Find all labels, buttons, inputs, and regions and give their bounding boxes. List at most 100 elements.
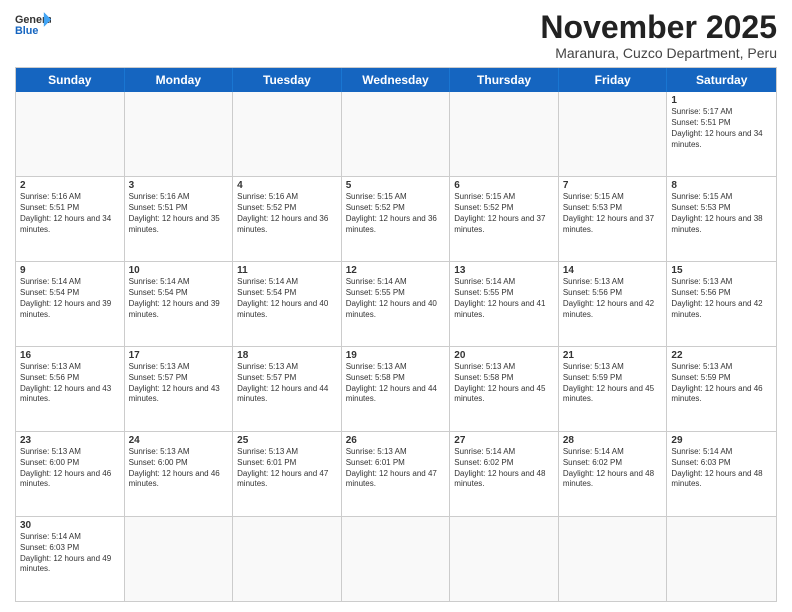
day-info: Sunrise: 5:15 AMSunset: 5:52 PMDaylight:… (454, 192, 554, 235)
calendar-cell: 3Sunrise: 5:16 AMSunset: 5:51 PMDaylight… (125, 177, 234, 261)
calendar-cell: 23Sunrise: 5:13 AMSunset: 6:00 PMDayligh… (16, 432, 125, 516)
day-info: Sunrise: 5:16 AMSunset: 5:51 PMDaylight:… (129, 192, 229, 235)
calendar-row-5: 30Sunrise: 5:14 AMSunset: 6:03 PMDayligh… (16, 516, 776, 601)
day-info: Sunrise: 5:14 AMSunset: 5:54 PMDaylight:… (20, 277, 120, 320)
day-info: Sunrise: 5:13 AMSunset: 5:56 PMDaylight:… (20, 362, 120, 405)
calendar-cell: 11Sunrise: 5:14 AMSunset: 5:54 PMDayligh… (233, 262, 342, 346)
day-number: 30 (20, 520, 120, 531)
location-subtitle: Maranura, Cuzco Department, Peru (540, 45, 777, 61)
day-number: 18 (237, 350, 337, 361)
calendar-cell: 16Sunrise: 5:13 AMSunset: 5:56 PMDayligh… (16, 347, 125, 431)
calendar-cell: 27Sunrise: 5:14 AMSunset: 6:02 PMDayligh… (450, 432, 559, 516)
calendar-cell (450, 92, 559, 176)
day-info: Sunrise: 5:14 AMSunset: 5:54 PMDaylight:… (129, 277, 229, 320)
day-info: Sunrise: 5:13 AMSunset: 5:59 PMDaylight:… (671, 362, 772, 405)
day-number: 29 (671, 435, 772, 446)
calendar-cell: 30Sunrise: 5:14 AMSunset: 6:03 PMDayligh… (16, 517, 125, 601)
calendar-cell: 12Sunrise: 5:14 AMSunset: 5:55 PMDayligh… (342, 262, 451, 346)
logo: General Blue (15, 10, 51, 38)
day-number: 9 (20, 265, 120, 276)
calendar-cell (125, 517, 234, 601)
calendar-cell: 1Sunrise: 5:17 AMSunset: 5:51 PMDaylight… (667, 92, 776, 176)
day-info: Sunrise: 5:13 AMSunset: 5:59 PMDaylight:… (563, 362, 663, 405)
day-number: 2 (20, 180, 120, 191)
day-info: Sunrise: 5:14 AMSunset: 5:54 PMDaylight:… (237, 277, 337, 320)
day-number: 16 (20, 350, 120, 361)
calendar-cell: 15Sunrise: 5:13 AMSunset: 5:56 PMDayligh… (667, 262, 776, 346)
day-info: Sunrise: 5:15 AMSunset: 5:53 PMDaylight:… (671, 192, 772, 235)
header-day-monday: Monday (125, 68, 234, 92)
header-day-saturday: Saturday (667, 68, 776, 92)
day-number: 20 (454, 350, 554, 361)
day-number: 3 (129, 180, 229, 191)
day-number: 26 (346, 435, 446, 446)
header-day-wednesday: Wednesday (342, 68, 451, 92)
day-number: 17 (129, 350, 229, 361)
day-info: Sunrise: 5:14 AMSunset: 6:03 PMDaylight:… (671, 447, 772, 490)
day-number: 8 (671, 180, 772, 191)
calendar-cell (342, 92, 451, 176)
calendar-row-1: 2Sunrise: 5:16 AMSunset: 5:51 PMDaylight… (16, 176, 776, 261)
day-number: 1 (671, 95, 772, 106)
day-info: Sunrise: 5:15 AMSunset: 5:53 PMDaylight:… (563, 192, 663, 235)
calendar-cell: 5Sunrise: 5:15 AMSunset: 5:52 PMDaylight… (342, 177, 451, 261)
calendar-cell (233, 92, 342, 176)
calendar-cell (342, 517, 451, 601)
calendar-row-0: 1Sunrise: 5:17 AMSunset: 5:51 PMDaylight… (16, 92, 776, 176)
day-number: 24 (129, 435, 229, 446)
day-info: Sunrise: 5:14 AMSunset: 5:55 PMDaylight:… (454, 277, 554, 320)
day-info: Sunrise: 5:13 AMSunset: 6:00 PMDaylight:… (20, 447, 120, 490)
calendar-cell: 14Sunrise: 5:13 AMSunset: 5:56 PMDayligh… (559, 262, 668, 346)
header-day-sunday: Sunday (16, 68, 125, 92)
generalblue-logo-icon: General Blue (15, 10, 51, 38)
day-number: 4 (237, 180, 337, 191)
day-info: Sunrise: 5:13 AMSunset: 5:56 PMDaylight:… (671, 277, 772, 320)
day-number: 27 (454, 435, 554, 446)
calendar-cell: 20Sunrise: 5:13 AMSunset: 5:58 PMDayligh… (450, 347, 559, 431)
calendar-cell: 25Sunrise: 5:13 AMSunset: 6:01 PMDayligh… (233, 432, 342, 516)
day-number: 13 (454, 265, 554, 276)
calendar-cell: 10Sunrise: 5:14 AMSunset: 5:54 PMDayligh… (125, 262, 234, 346)
calendar-cell (559, 517, 668, 601)
calendar-cell (125, 92, 234, 176)
day-info: Sunrise: 5:13 AMSunset: 5:57 PMDaylight:… (237, 362, 337, 405)
day-number: 7 (563, 180, 663, 191)
day-number: 22 (671, 350, 772, 361)
calendar-cell: 2Sunrise: 5:16 AMSunset: 5:51 PMDaylight… (16, 177, 125, 261)
header-day-thursday: Thursday (450, 68, 559, 92)
calendar-cell: 18Sunrise: 5:13 AMSunset: 5:57 PMDayligh… (233, 347, 342, 431)
day-number: 19 (346, 350, 446, 361)
calendar-cell (559, 92, 668, 176)
calendar-cell: 29Sunrise: 5:14 AMSunset: 6:03 PMDayligh… (667, 432, 776, 516)
calendar-cell: 28Sunrise: 5:14 AMSunset: 6:02 PMDayligh… (559, 432, 668, 516)
day-number: 23 (20, 435, 120, 446)
day-number: 10 (129, 265, 229, 276)
day-number: 5 (346, 180, 446, 191)
header-day-friday: Friday (559, 68, 668, 92)
calendar-cell: 6Sunrise: 5:15 AMSunset: 5:52 PMDaylight… (450, 177, 559, 261)
day-number: 25 (237, 435, 337, 446)
calendar-cell: 17Sunrise: 5:13 AMSunset: 5:57 PMDayligh… (125, 347, 234, 431)
calendar-header-row: SundayMondayTuesdayWednesdayThursdayFrid… (16, 68, 776, 92)
day-info: Sunrise: 5:16 AMSunset: 5:51 PMDaylight:… (20, 192, 120, 235)
day-info: Sunrise: 5:13 AMSunset: 6:01 PMDaylight:… (346, 447, 446, 490)
calendar-cell: 24Sunrise: 5:13 AMSunset: 6:00 PMDayligh… (125, 432, 234, 516)
calendar-cell: 8Sunrise: 5:15 AMSunset: 5:53 PMDaylight… (667, 177, 776, 261)
calendar-row-3: 16Sunrise: 5:13 AMSunset: 5:56 PMDayligh… (16, 346, 776, 431)
calendar-cell (16, 92, 125, 176)
calendar-cell: 9Sunrise: 5:14 AMSunset: 5:54 PMDaylight… (16, 262, 125, 346)
calendar-cell: 26Sunrise: 5:13 AMSunset: 6:01 PMDayligh… (342, 432, 451, 516)
day-info: Sunrise: 5:16 AMSunset: 5:52 PMDaylight:… (237, 192, 337, 235)
day-info: Sunrise: 5:14 AMSunset: 6:02 PMDaylight:… (454, 447, 554, 490)
calendar-cell (667, 517, 776, 601)
calendar-cell: 13Sunrise: 5:14 AMSunset: 5:55 PMDayligh… (450, 262, 559, 346)
svg-text:Blue: Blue (15, 25, 38, 37)
calendar-cell: 21Sunrise: 5:13 AMSunset: 5:59 PMDayligh… (559, 347, 668, 431)
calendar-cell: 22Sunrise: 5:13 AMSunset: 5:59 PMDayligh… (667, 347, 776, 431)
header-day-tuesday: Tuesday (233, 68, 342, 92)
calendar-cell (233, 517, 342, 601)
day-number: 21 (563, 350, 663, 361)
day-info: Sunrise: 5:13 AMSunset: 5:57 PMDaylight:… (129, 362, 229, 405)
day-info: Sunrise: 5:14 AMSunset: 6:02 PMDaylight:… (563, 447, 663, 490)
calendar-body: 1Sunrise: 5:17 AMSunset: 5:51 PMDaylight… (16, 92, 776, 601)
